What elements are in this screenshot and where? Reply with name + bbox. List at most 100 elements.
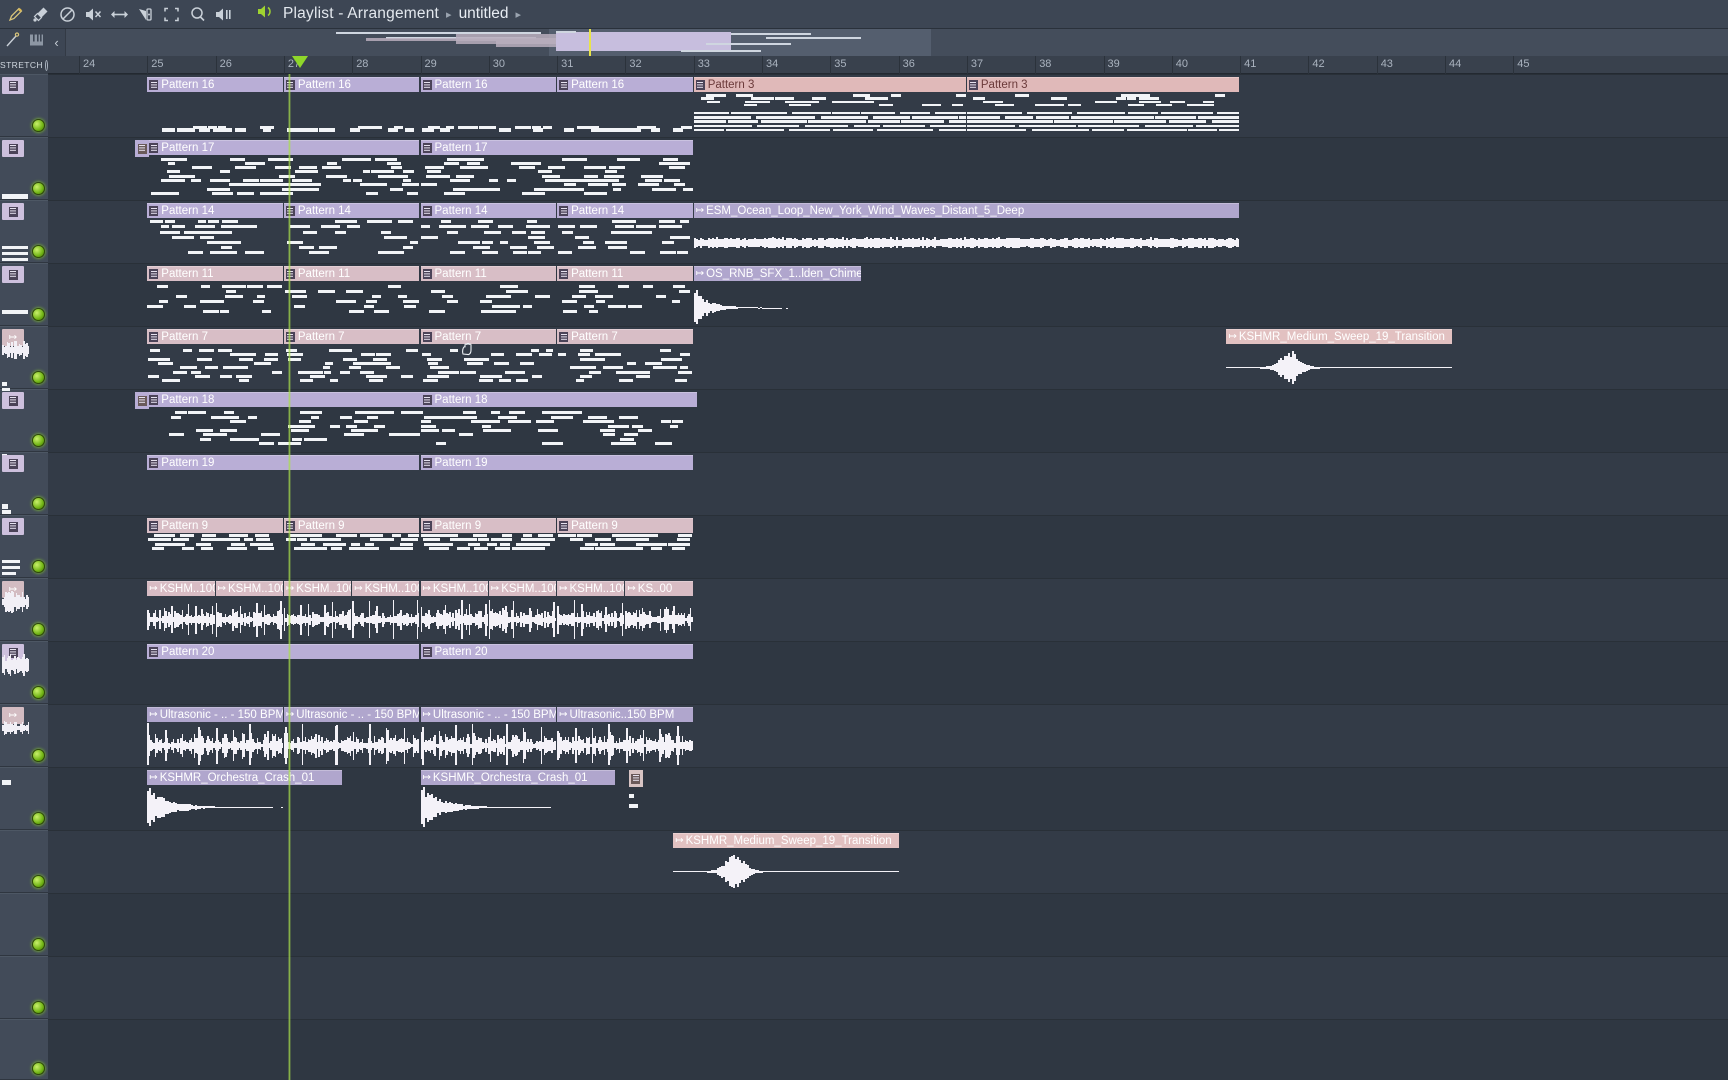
clip-header[interactable]: Pattern 18	[147, 392, 423, 407]
pattern-clip[interactable]: Pattern 19	[421, 455, 693, 473]
clip-header[interactable]: Pattern 7	[421, 329, 557, 344]
pattern-clip[interactable]: Pattern 16	[557, 77, 693, 135]
clip-header[interactable]: Pattern 11	[557, 266, 693, 281]
track-header-column[interactable]: ↦ ↦ ↦	[0, 74, 48, 1080]
clip-header[interactable]: Pattern 14	[284, 203, 420, 218]
clip-header[interactable]: Pattern 16	[147, 77, 283, 92]
audio-clip[interactable]: ↦Ultrasonic - .. - 150 BPM	[284, 707, 420, 765]
track-enable-led[interactable]	[32, 434, 45, 447]
zoom-tool-icon[interactable]	[184, 2, 210, 27]
clip-header[interactable]: Pattern 16	[557, 77, 693, 92]
pattern-clip[interactable]: Pattern 20	[147, 644, 419, 662]
pattern-clip[interactable]: Pattern 14	[557, 203, 693, 261]
magic-wand-icon[interactable]	[5, 32, 20, 53]
mute-tool-icon[interactable]	[80, 2, 106, 27]
track-enable-led[interactable]	[32, 686, 45, 699]
pattern-clip[interactable]: Pattern 9	[557, 518, 693, 576]
stretch-control[interactable]: STRETCH	[0, 56, 48, 74]
timeline-ruler[interactable]: STRETCH 24 25 26 27 28 29 30 31 32 33 34 35 36 37 38 39…	[0, 56, 1728, 74]
clip-header[interactable]: ↦ Ultrasonic..150 BPM	[557, 707, 693, 722]
clip-header[interactable]: ↦ KSHMR_Medium_Sweep_19_Transition	[1226, 329, 1451, 344]
clip-header[interactable]: Pattern 9	[147, 518, 283, 533]
audio-clip[interactable]: ↦KSHM..100	[284, 581, 351, 639]
clip-header[interactable]: Pattern 19	[147, 455, 419, 470]
track-pattern-chip[interactable]	[2, 77, 24, 94]
clip-header[interactable]: Pattern 14	[557, 203, 693, 218]
back-button[interactable]: ‹	[48, 29, 66, 56]
pattern-clip[interactable]: Pattern 17	[147, 140, 419, 198]
clip-header[interactable]: ↦Ultrasonic - .. - 150 BPM	[421, 707, 557, 722]
track-pattern-chip[interactable]	[2, 140, 24, 157]
clip-header[interactable]: ↦KSHM..100	[421, 581, 488, 596]
track-pattern-chip[interactable]	[2, 392, 24, 409]
audio-clip[interactable]: ↦KSHM..100	[489, 581, 556, 639]
clip-header[interactable]: Pattern 3	[967, 77, 1239, 92]
track-enable-led[interactable]	[32, 812, 45, 825]
clip-header[interactable]: ↦KSHM..100	[557, 581, 624, 596]
clip-header[interactable]: Pattern 19	[421, 455, 693, 470]
track-enable-led[interactable]	[32, 182, 45, 195]
track-enable-led[interactable]	[32, 1062, 45, 1075]
pattern-clip[interactable]: Pattern 16	[284, 77, 420, 135]
pattern-clip[interactable]: Pattern 7	[421, 329, 557, 387]
clip-header[interactable]: Pattern 17	[147, 140, 419, 155]
clip-header[interactable]: Pattern 20	[147, 644, 419, 659]
delete-tool-icon[interactable]	[54, 2, 80, 27]
pattern-clip[interactable]: Pattern 9	[421, 518, 557, 576]
document-name[interactable]: untitled	[459, 5, 509, 23]
select-tool-icon[interactable]	[158, 2, 184, 27]
clip-header[interactable]: Pattern 7	[557, 329, 693, 344]
audio-clip[interactable]: ↦ ESM_Ocean_Loop_New_York_Wind_Waves_Dist…	[694, 203, 1239, 261]
pattern-clip[interactable]: Pattern 7	[284, 329, 420, 387]
audio-clip[interactable]: ↦Ultrasonic - .. - 150 BPM	[147, 707, 283, 765]
clip-header[interactable]: Pattern 3	[694, 77, 966, 92]
clip-header[interactable]: ↦ KS..00	[625, 581, 692, 596]
clip-header[interactable]: ↦KSHM..100	[489, 581, 556, 596]
audio-clip[interactable]: ↦KSHM..100	[352, 581, 419, 639]
pattern-clip[interactable]: Pattern 11	[284, 266, 420, 324]
track-pattern-chip[interactable]	[2, 266, 24, 283]
stretch-knob[interactable]	[45, 60, 48, 71]
track-pattern-chip[interactable]	[2, 455, 24, 472]
clip-header[interactable]: Pattern 17	[421, 140, 693, 155]
arrangement-overview[interactable]	[66, 29, 1728, 56]
track-pattern-chip[interactable]	[2, 518, 24, 535]
pattern-clip-marker[interactable]	[135, 392, 149, 409]
clip-header[interactable]: Pattern 7	[147, 329, 283, 344]
clip-header[interactable]: ↦KSHM..100	[352, 581, 419, 596]
clip-header[interactable]: ↦ KSHMR_Orchestra_Crash_01	[147, 770, 342, 785]
pencil-draw-tool-icon[interactable]	[2, 2, 28, 27]
track-enable-led[interactable]	[32, 245, 45, 258]
pattern-clip[interactable]: Pattern 16	[147, 77, 283, 135]
track-enable-led[interactable]	[32, 875, 45, 888]
clip-header[interactable]: Pattern 11	[421, 266, 557, 281]
pattern-clip[interactable]: Pattern 14	[147, 203, 283, 261]
piano-roll-icon[interactable]	[29, 32, 44, 53]
track-pattern-chip[interactable]	[2, 203, 24, 220]
track-enable-led[interactable]	[32, 371, 45, 384]
paint-brush-tool-icon[interactable]	[28, 2, 54, 27]
pattern-clip[interactable]: Pattern 11	[557, 266, 693, 324]
pattern-clip[interactable]: Pattern 11	[421, 266, 557, 324]
clip-header[interactable]: Pattern 18	[421, 392, 697, 407]
track-enable-led[interactable]	[32, 497, 45, 510]
playhead-marker[interactable]	[292, 56, 308, 68]
pattern-clip[interactable]: Pattern 18	[147, 392, 423, 450]
track-lane[interactable]	[48, 956, 1728, 1019]
playback-tool-icon[interactable]	[210, 2, 236, 27]
slip-tool-icon[interactable]	[106, 2, 132, 27]
track-audio-chip[interactable]: ↦	[2, 329, 24, 346]
clip-header[interactable]: Pattern 11	[147, 266, 283, 281]
track-enable-led[interactable]	[32, 308, 45, 321]
pattern-clip[interactable]: Pattern 14	[284, 203, 420, 261]
audio-clip[interactable]: ↦ KSHMR_Medium_Sweep_19_Transition	[1226, 329, 1451, 387]
audio-clip[interactable]: ↦ KSHMR_Medium_Sweep_19_Transition	[673, 833, 898, 891]
audio-clip[interactable]: ↦KSHM..100	[147, 581, 214, 639]
pattern-clip[interactable]: Pattern 16	[421, 77, 557, 135]
pattern-clip[interactable]: Pattern 18	[421, 392, 697, 450]
pattern-clip-marker[interactable]	[135, 140, 149, 157]
pattern-clip[interactable]: Pattern 3	[967, 77, 1239, 135]
clip-header[interactable]: Pattern 14	[421, 203, 557, 218]
track-enable-led[interactable]	[32, 749, 45, 762]
track-lane[interactable]	[48, 893, 1728, 956]
